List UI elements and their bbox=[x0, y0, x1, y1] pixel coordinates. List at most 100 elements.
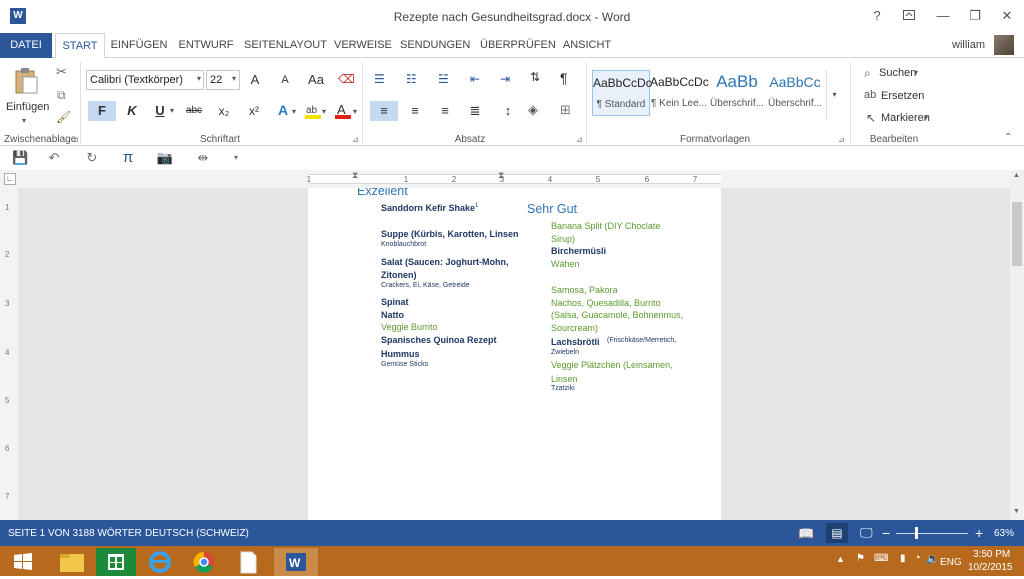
recipe-line[interactable]: Sanddorn Kefir Shake1 bbox=[381, 203, 478, 213]
clear-formatting-icon[interactable]: ⌫ bbox=[338, 72, 355, 86]
select-icon[interactable]: ↖ bbox=[866, 111, 876, 125]
input-language[interactable]: ENG bbox=[940, 557, 962, 568]
italic-button[interactable]: K bbox=[122, 101, 142, 121]
wifi-icon[interactable]: ◔ bbox=[914, 552, 921, 564]
font-name-dropdown-icon[interactable]: ▾ bbox=[197, 74, 201, 83]
ruler-bar[interactable]: 1 1 2 3 4 5 6 7 bbox=[307, 174, 721, 184]
recipe-line[interactable]: Tzatziki bbox=[551, 385, 575, 392]
web-layout-icon[interactable]: 🖵 bbox=[860, 525, 873, 541]
sort-icon[interactable]: ⇅ bbox=[530, 70, 540, 84]
chrome-icon[interactable] bbox=[184, 548, 224, 576]
devices-icon[interactable]: ⌨ bbox=[874, 553, 888, 564]
highlight-icon[interactable]: ab bbox=[305, 102, 321, 119]
table-column-icon[interactable]: ⇹ bbox=[194, 150, 212, 166]
zoom-in-button[interactable]: + bbox=[975, 525, 983, 541]
recipe-line[interactable]: Natto bbox=[381, 310, 404, 320]
clock-date[interactable]: 10/2/2015 bbox=[968, 562, 1013, 573]
print-layout-icon[interactable]: ▤ bbox=[826, 523, 848, 543]
minimize-button[interactable]: — bbox=[932, 6, 954, 26]
help-button[interactable]: ? bbox=[866, 6, 888, 26]
recipe-line[interactable]: Zwiebeln bbox=[551, 349, 579, 356]
heading-exzellent[interactable]: Exzellent bbox=[357, 188, 408, 198]
close-button[interactable]: ✕ bbox=[996, 6, 1018, 26]
recipe-line[interactable]: Sirup) bbox=[551, 234, 575, 244]
recipe-line[interactable]: Linsen bbox=[551, 374, 578, 384]
windows-start-icon[interactable] bbox=[4, 548, 44, 576]
scroll-up-icon[interactable]: ▲ bbox=[1013, 172, 1020, 179]
file-icon[interactable] bbox=[228, 548, 268, 576]
column-marker-icon[interactable]: ⧗ bbox=[498, 170, 504, 181]
recipe-line[interactable]: Birchermüsli bbox=[551, 246, 606, 256]
superscript-button[interactable]: x² bbox=[244, 101, 264, 121]
replace-icon[interactable]: ab bbox=[864, 89, 876, 101]
customize-qat-icon[interactable]: ▾ bbox=[230, 150, 242, 166]
select-dropdown-icon[interactable]: ▾ bbox=[924, 113, 928, 122]
tab-start[interactable]: START bbox=[55, 33, 105, 59]
tab-einfuegen[interactable]: EINFÜGEN bbox=[110, 33, 168, 58]
recipe-line[interactable]: (Salsa, Guacamole, Bohnenmus, bbox=[551, 310, 683, 320]
grow-font-button[interactable]: A bbox=[246, 70, 264, 90]
style-ueberschrift-1[interactable]: AaBb Überschrif... bbox=[708, 70, 766, 116]
change-case-button[interactable]: Aa bbox=[304, 70, 328, 90]
tray-overflow-icon[interactable]: ▲ bbox=[836, 554, 845, 564]
recipe-line[interactable]: Lachsbrötli bbox=[551, 337, 600, 347]
horizontal-ruler[interactable]: ∟ 1 1 2 3 4 5 6 7 ⧗ ⧗ bbox=[0, 170, 1024, 188]
user-name[interactable]: william bbox=[952, 39, 985, 51]
font-size-dropdown-icon[interactable]: ▾ bbox=[232, 74, 236, 83]
user-avatar[interactable] bbox=[994, 35, 1014, 55]
clock-time[interactable]: 3:50 PM bbox=[973, 549, 1010, 560]
borders-icon[interactable]: ⊞ bbox=[560, 102, 571, 118]
font-color-dropdown-icon[interactable]: ▾ bbox=[353, 107, 357, 116]
select-button[interactable]: Markieren bbox=[881, 112, 930, 124]
strikethrough-button[interactable]: abc bbox=[184, 101, 204, 121]
paste-button[interactable]: Einfügen bbox=[6, 101, 49, 113]
font-launcher-icon[interactable]: ⊿ bbox=[352, 135, 359, 144]
recipe-line[interactable]: Veggie Plätzchen (Leinsamen, bbox=[551, 360, 673, 370]
word-taskbar-icon[interactable]: W bbox=[274, 548, 318, 576]
screenshot-icon[interactable]: 📷 bbox=[156, 150, 174, 166]
recipe-line[interactable]: Spanisches Quinoa Rezept bbox=[381, 335, 497, 345]
save-icon[interactable]: 💾 bbox=[12, 150, 28, 166]
recipe-line[interactable]: Samosa, Pakora bbox=[551, 285, 618, 295]
paste-dropdown-icon[interactable]: ▾ bbox=[22, 116, 26, 125]
style-kein-leerraum[interactable]: AaBbCcDc ¶ Kein Lee... bbox=[650, 70, 709, 116]
language-indicator[interactable]: DEUTSCH (SCHWEIZ) bbox=[145, 528, 249, 539]
recipe-line[interactable]: Nachos, Quesadilla, Burrito bbox=[551, 298, 661, 308]
tab-ueberpruefen[interactable]: ÜBERPRÜFEN bbox=[480, 33, 556, 58]
underline-button[interactable]: U bbox=[152, 101, 168, 121]
heading-sehr-gut[interactable]: Sehr Gut bbox=[527, 202, 577, 216]
redo-icon[interactable]: ↻ bbox=[84, 150, 100, 166]
recipe-line[interactable]: Hummus bbox=[381, 349, 420, 359]
undo-icon[interactable]: ↶ bbox=[46, 150, 62, 166]
tab-seitenlayout[interactable]: SEITENLAYOUT bbox=[244, 33, 327, 58]
styles-more-button[interactable]: ▾ bbox=[826, 70, 842, 120]
bullets-icon[interactable]: ☰ bbox=[374, 72, 385, 86]
text-effects-dropdown-icon[interactable]: ▾ bbox=[292, 107, 296, 116]
word-count[interactable]: 188 WÖRTER bbox=[78, 528, 142, 539]
volume-icon[interactable]: 🔈 bbox=[926, 552, 940, 565]
battery-icon[interactable]: ▮ bbox=[900, 553, 906, 564]
decrease-indent-icon[interactable]: ⇤ bbox=[470, 72, 480, 86]
find-icon[interactable]: ⌕ bbox=[864, 66, 871, 81]
recipe-line[interactable]: Veggie Burrito bbox=[381, 322, 438, 332]
document-area[interactable]: Exzellent Sanddorn Kefir Shake1 Suppe (Kü… bbox=[0, 188, 1010, 520]
text-effects-icon[interactable]: A bbox=[278, 102, 288, 118]
styles-launcher-icon[interactable]: ⊿ bbox=[838, 135, 845, 144]
collapse-ribbon-icon[interactable]: ⌃ bbox=[1004, 132, 1012, 143]
format-painter-icon[interactable]: 🖌 bbox=[56, 110, 71, 124]
increase-indent-icon[interactable]: ⇥ bbox=[500, 72, 510, 86]
recipe-line[interactable]: (Frischkäse/Merretich, bbox=[607, 337, 676, 344]
store-icon[interactable] bbox=[96, 548, 136, 576]
document-page[interactable]: Exzellent Sanddorn Kefir Shake1 Suppe (Kü… bbox=[308, 188, 721, 520]
recipe-line[interactable]: Spinat bbox=[381, 297, 409, 307]
read-mode-icon[interactable]: 📖 bbox=[798, 526, 814, 542]
find-button[interactable]: Suchen bbox=[879, 67, 916, 79]
recipe-line[interactable]: Banana Split (DIY Choclate bbox=[551, 221, 660, 231]
underline-dropdown-icon[interactable]: ▾ bbox=[170, 106, 174, 115]
find-dropdown-icon[interactable]: ▾ bbox=[914, 68, 918, 77]
recipe-line[interactable]: Zitonen) bbox=[381, 270, 417, 280]
ribbon-display-options-icon[interactable] bbox=[898, 6, 920, 26]
style-ueberschrift-2[interactable]: AaBbCc Überschrif... bbox=[766, 70, 824, 116]
font-color-icon[interactable]: A bbox=[335, 102, 351, 119]
replace-button[interactable]: Ersetzen bbox=[881, 90, 924, 102]
